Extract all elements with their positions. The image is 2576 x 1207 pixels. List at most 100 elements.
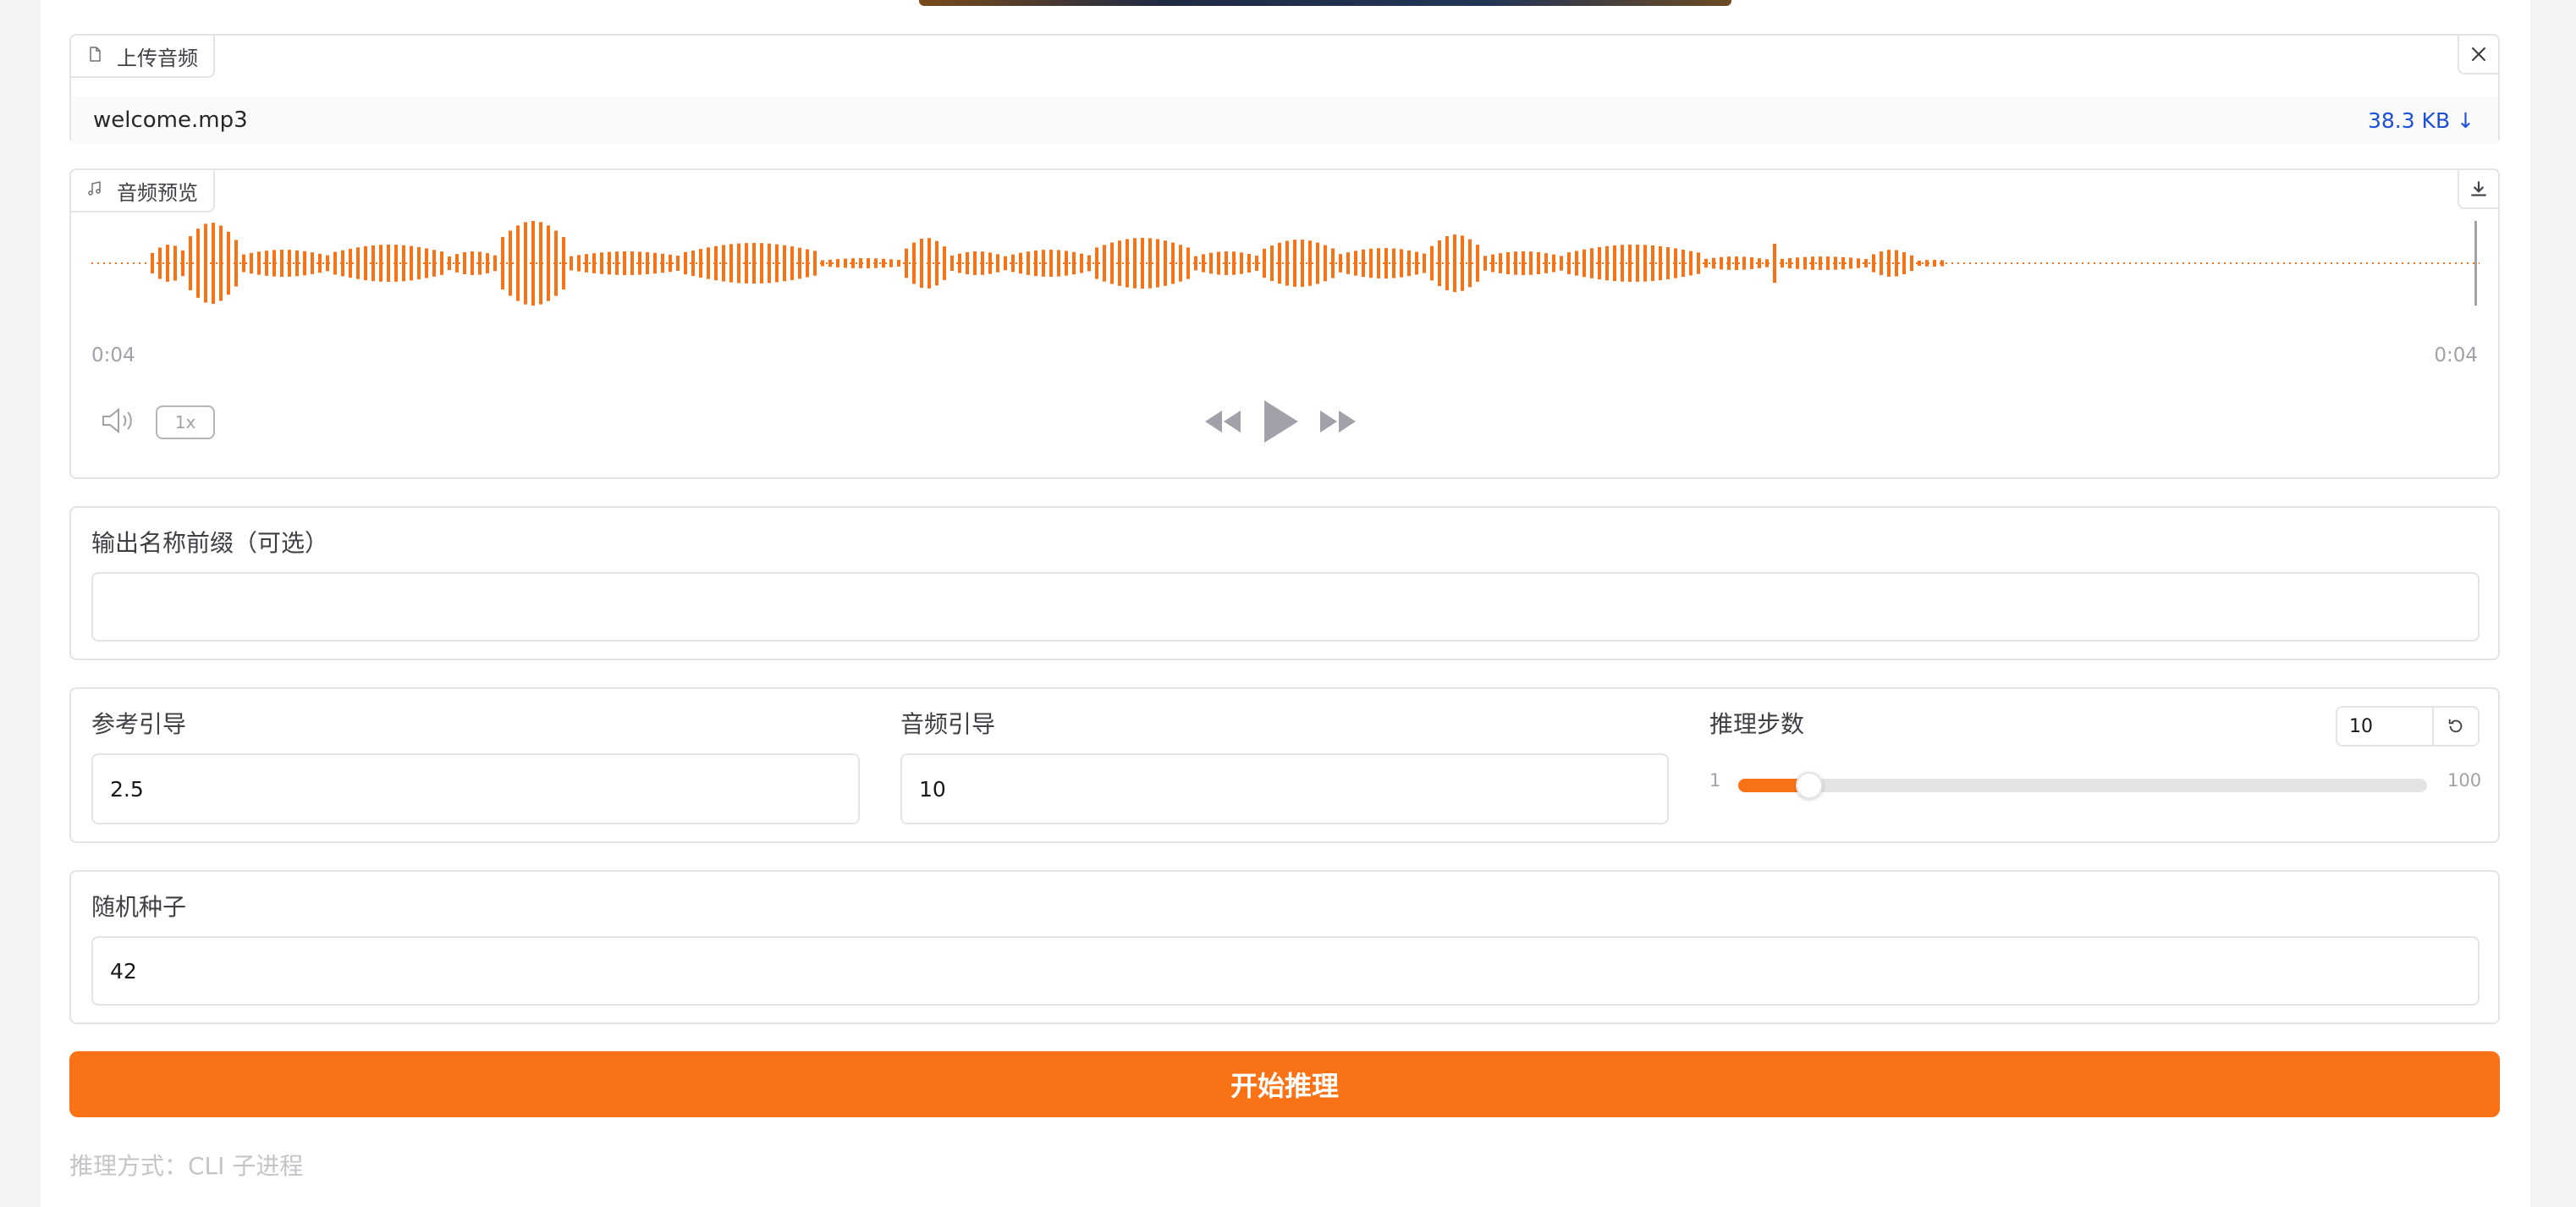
inference-steps-number-input[interactable]: 10 [2336, 706, 2480, 747]
audio-waveform[interactable] [91, 221, 2480, 331]
waveform-bar [1895, 250, 1898, 277]
waveform-bar [920, 238, 923, 289]
waveform-bar [1582, 249, 1586, 278]
waveform-bar [1659, 245, 1662, 281]
waveform-bar [478, 251, 482, 275]
waveform-bar [912, 242, 916, 284]
waveform-bar [1880, 251, 1883, 276]
waveform-bar [1133, 238, 1137, 289]
waveform-bar [1415, 251, 1418, 275]
waveform-bar [1788, 257, 1792, 269]
waveform-bar [1369, 248, 1373, 278]
volume-icon[interactable] [100, 406, 137, 438]
waveform-bar [166, 245, 169, 282]
waveform-bar [897, 260, 900, 267]
clear-file-button[interactable] [2458, 34, 2500, 74]
waveform-bar [1384, 248, 1388, 278]
inference-steps-value[interactable]: 10 [2337, 708, 2432, 745]
waveform-bar [1232, 251, 1236, 275]
fast-forward-icon[interactable] [1317, 407, 1359, 439]
file-size-download-link[interactable]: 38.3 KB ↓ [2368, 108, 2474, 133]
waveform-bar [501, 236, 504, 290]
download-audio-button[interactable] [2458, 168, 2500, 209]
waveform-bar [1240, 252, 1243, 274]
waveform-bar [592, 253, 596, 273]
waveform-bar [1758, 258, 1761, 268]
reset-icon [2448, 719, 2463, 733]
waveform-bar [181, 250, 184, 277]
reset-steps-button[interactable] [2432, 708, 2478, 745]
waveform-bar [1491, 254, 1494, 273]
waveform-bar [196, 229, 200, 298]
waveform-bar [189, 236, 192, 290]
waveform-bar [333, 251, 337, 275]
ref-guidance-input[interactable]: 2.5 [91, 753, 860, 824]
waveform-bar [1453, 234, 1456, 292]
waveform-bar [927, 238, 931, 289]
rewind-icon[interactable] [1202, 407, 1244, 439]
waveform-bar [1080, 253, 1083, 273]
waveform-bar [1834, 256, 1837, 270]
waveform-bar [1567, 252, 1571, 274]
waveform-bar [577, 255, 581, 272]
waveform-bar [539, 222, 542, 305]
output-prefix-label: 输出名称前缀（可选） [91, 529, 329, 557]
waveform-bar [798, 247, 801, 279]
waveform-bar [379, 245, 383, 282]
close-icon [2471, 47, 2486, 62]
waveform-bar [729, 244, 733, 283]
slider-thumb[interactable] [1796, 772, 1824, 799]
waveform-bar [440, 251, 443, 275]
waveform-bar [1118, 240, 1121, 286]
playback-speed-button[interactable]: 1x [156, 405, 215, 439]
waveform-bar [905, 248, 908, 278]
waveform-bar [996, 254, 999, 273]
waveform-bar [821, 260, 824, 267]
waveform-bar [1613, 245, 1616, 282]
upload-audio-tab: 上传音频 [71, 36, 215, 78]
waveform-bar [1529, 251, 1533, 275]
steps-min-label: 1 [1709, 770, 1721, 791]
waveform-bar [1940, 260, 1944, 267]
waveform-bar [1057, 250, 1060, 277]
waveform-bar [1666, 247, 1670, 279]
waveform-bar [1514, 251, 1517, 275]
waveform-bar [790, 246, 794, 280]
waveform-bar [1270, 245, 1274, 281]
waveform-bar [714, 245, 718, 281]
waveform-bar [1689, 251, 1693, 276]
total-time: 0:04 [2434, 344, 2478, 367]
waveform-bar [943, 246, 946, 280]
waveform-bar [844, 258, 847, 268]
waveform-bar [638, 251, 641, 275]
waveform-bar [889, 259, 893, 267]
waveform-bar [813, 251, 817, 276]
output-prefix-input[interactable] [91, 572, 2480, 642]
waveform-bar [1925, 260, 1929, 267]
waveform-bar [1621, 245, 1624, 282]
waveform-bar [1720, 256, 1723, 270]
waveform-bar [1461, 235, 1464, 291]
waveform-bar [1362, 249, 1365, 278]
random-seed-input[interactable]: 42 [91, 936, 2480, 1006]
waveform-bar [219, 225, 223, 301]
waveform-bar [1575, 251, 1578, 276]
waveform-bar [234, 240, 238, 287]
inference-steps-slider[interactable] [1738, 772, 2427, 799]
waveform-bar [151, 252, 154, 274]
waveform-bar [1034, 250, 1038, 277]
inference-steps-label: 推理步数 [1709, 710, 1805, 738]
waveform-bar [1164, 240, 1167, 286]
waveform-bar [1217, 251, 1220, 275]
waveform-bar [691, 250, 695, 277]
waveform-bar [356, 247, 360, 279]
waveform-bar [669, 254, 672, 273]
random-seed-label: 随机种子 [91, 893, 187, 921]
audio-guidance-input[interactable]: 10 [900, 753, 1669, 824]
waveform-bar [988, 252, 992, 274]
audio-preview-tab: 音频预览 [71, 170, 215, 212]
start-inference-button[interactable]: 开始推理 [69, 1051, 2500, 1117]
waveform-bar [836, 259, 839, 267]
waveform-bar [646, 251, 649, 275]
play-icon[interactable] [1259, 397, 1302, 449]
